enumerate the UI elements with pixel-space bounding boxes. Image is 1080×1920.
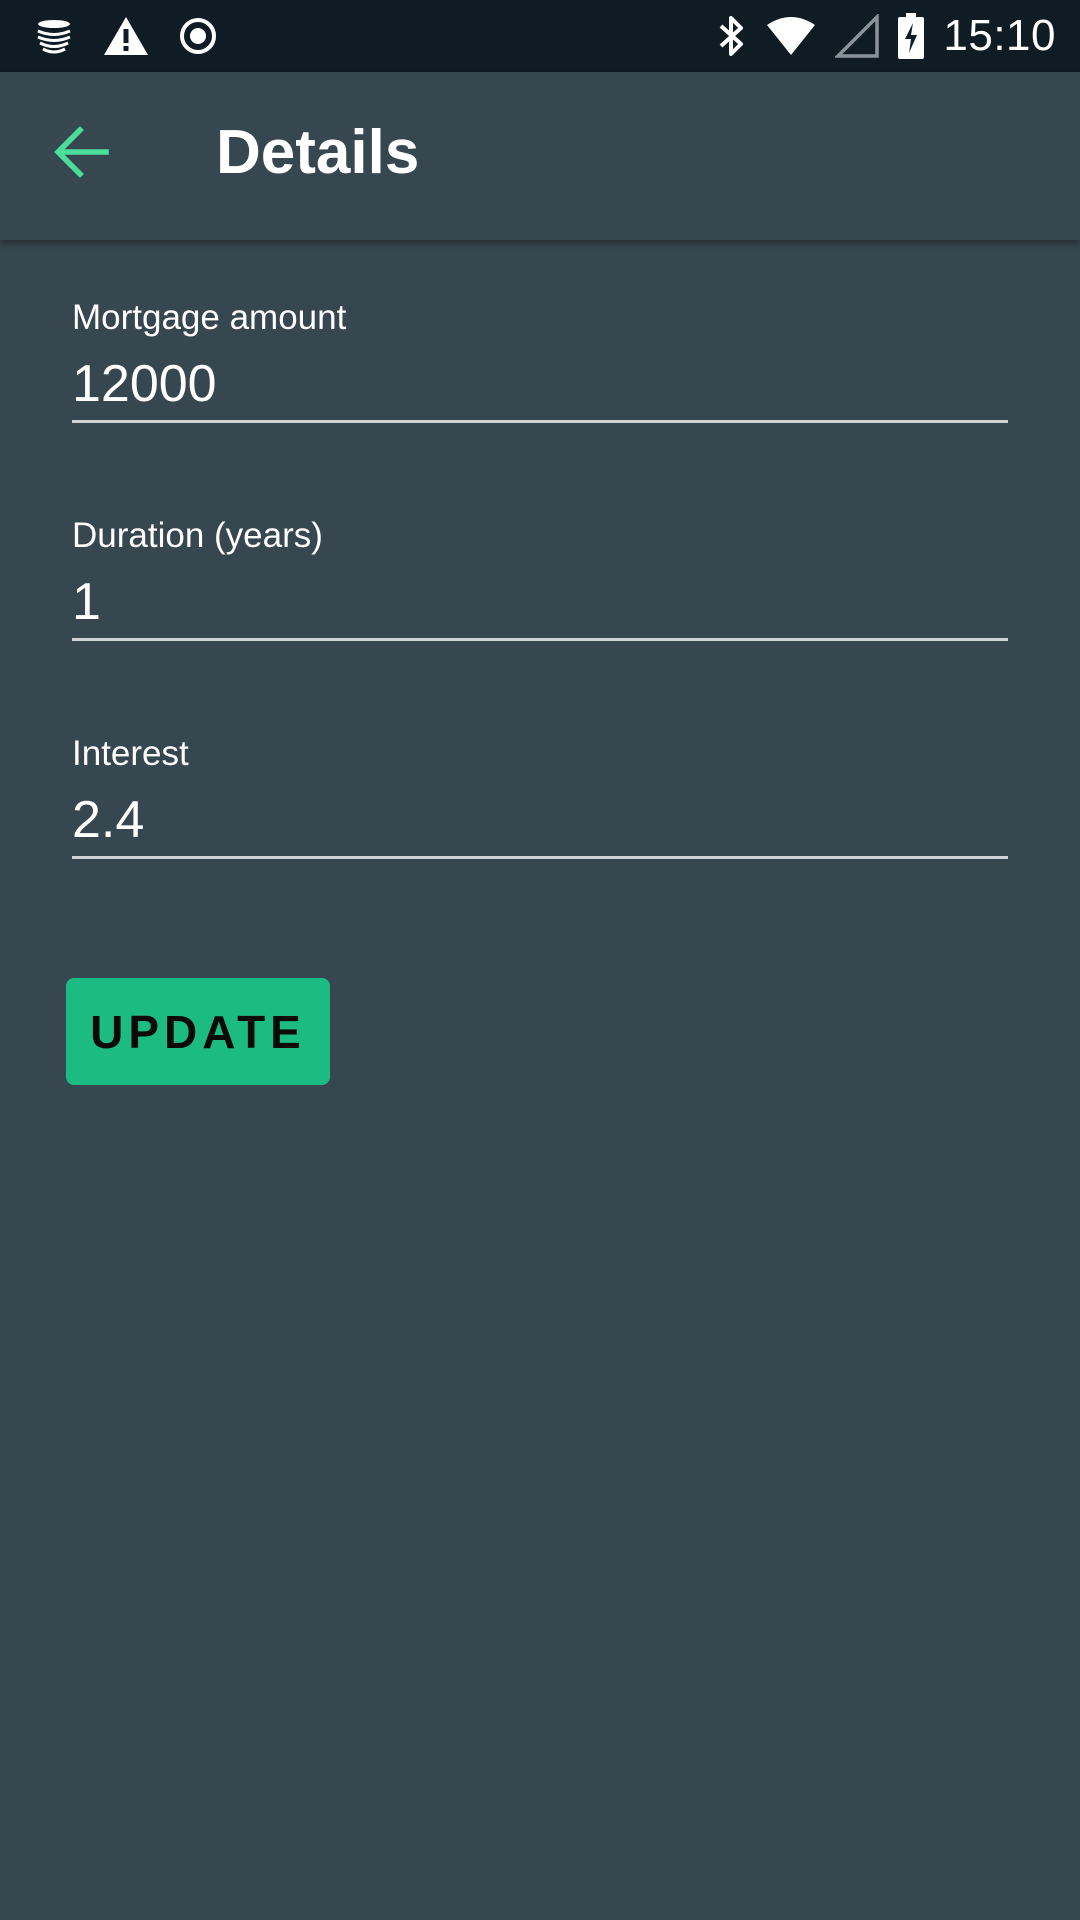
- cell-signal-icon: [835, 14, 880, 58]
- wifi-icon: [765, 15, 817, 57]
- record-icon: [178, 16, 218, 56]
- update-button[interactable]: UPDATE: [66, 978, 330, 1085]
- app-bar: Details: [0, 72, 1080, 240]
- mortgage-amount-label: Mortgage amount: [72, 298, 347, 337]
- stacked-layers-icon: [34, 16, 74, 56]
- mortgage-amount-input[interactable]: [72, 348, 1008, 423]
- interest-field: Interest: [72, 676, 1008, 894]
- status-right-icons: 15:10: [715, 10, 1056, 62]
- duration-input[interactable]: [72, 566, 1008, 641]
- interest-label: Interest: [72, 734, 189, 773]
- arrow-back-icon: [54, 126, 110, 178]
- bluetooth-icon: [715, 14, 747, 58]
- page-title: Details: [216, 118, 420, 187]
- mortgage-amount-field: Mortgage amount: [72, 240, 1008, 458]
- status-left-icons: [34, 12, 246, 60]
- battery-charging-icon: [897, 13, 925, 59]
- warning-icon: [102, 15, 150, 57]
- interest-input[interactable]: [72, 784, 1008, 859]
- status-time: 15:10: [943, 11, 1056, 60]
- status-bar: 15:10: [0, 0, 1080, 72]
- back-button[interactable]: [44, 114, 120, 190]
- mortgage-form: Mortgage amount Duration (years) Interes…: [72, 240, 1008, 894]
- screen: 15:10 Details Mortgage amount Duration (…: [0, 0, 1080, 1920]
- duration-field: Duration (years): [72, 458, 1008, 676]
- duration-label: Duration (years): [72, 516, 323, 555]
